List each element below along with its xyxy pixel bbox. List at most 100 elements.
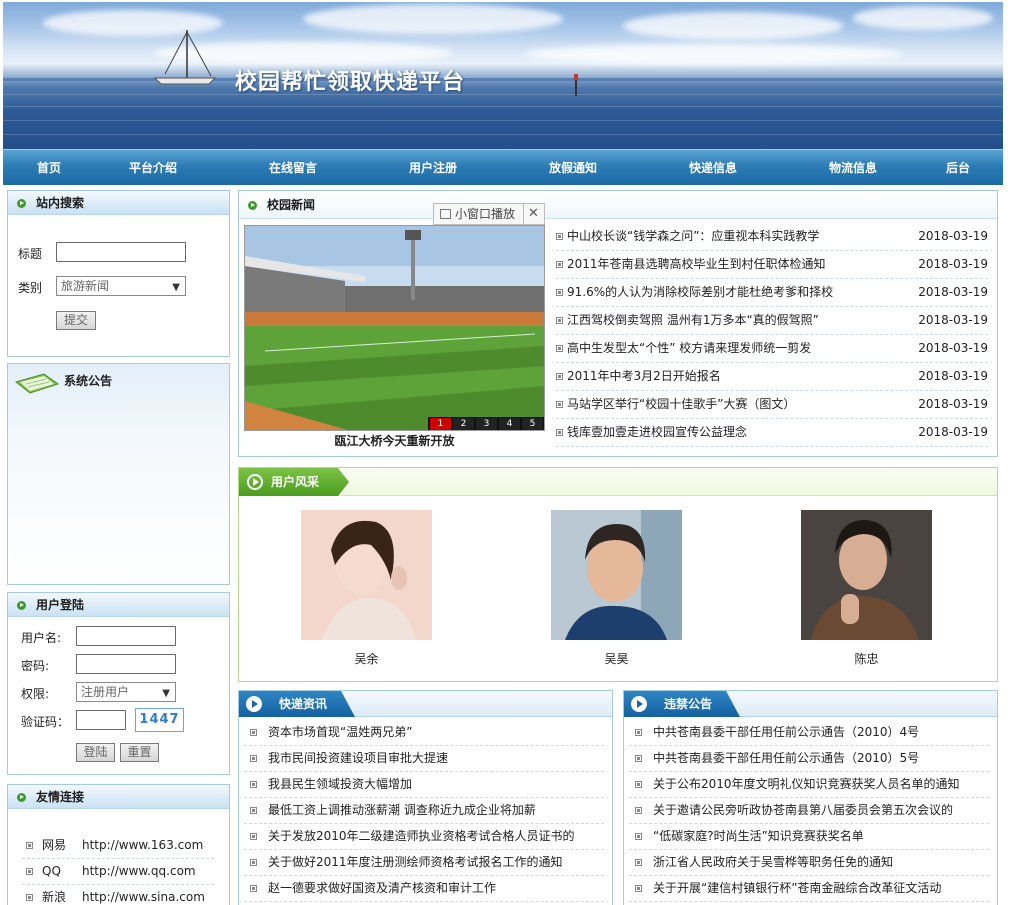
express-item[interactable]: 最低工资上调推动涨薪潮 调查称近九成企业将加薪 bbox=[244, 798, 604, 824]
news-item[interactable]: 2011年苍南县选聘高校毕业生到村任职体检通知 2018-03-19 bbox=[556, 251, 988, 279]
role-select[interactable]: 注册用户 ▼ bbox=[76, 682, 176, 702]
bullet-square-icon bbox=[635, 781, 642, 788]
stadium-image bbox=[245, 226, 544, 430]
arrow-bullet-icon bbox=[248, 201, 257, 210]
chevron-down-icon: ▼ bbox=[172, 282, 180, 293]
search-category-value: 旅游新闻 bbox=[61, 279, 110, 293]
mini-player-label: 小窗口播放 bbox=[455, 207, 516, 221]
user-photo[interactable] bbox=[801, 510, 932, 640]
nav-admin[interactable]: 后台 bbox=[940, 150, 976, 186]
user-name[interactable]: 吴昊 bbox=[551, 650, 682, 667]
bullet-square-icon bbox=[556, 345, 563, 352]
password-input[interactable] bbox=[76, 654, 176, 674]
link-name: 新浪 bbox=[42, 890, 67, 904]
bullet-square-icon bbox=[250, 807, 257, 814]
link-item[interactable]: QQ http://www.qq.com bbox=[22, 859, 214, 885]
news-slideshow[interactable]: 1 2 3 4 5 bbox=[244, 225, 545, 431]
violation-item[interactable]: 中共苍南县委干部任用任前公示通告（2010）4号 bbox=[629, 720, 989, 746]
username-label: 用户名: bbox=[21, 631, 62, 645]
nav-home[interactable]: 首页 bbox=[29, 150, 69, 186]
nav-platform-intro[interactable]: 平台介绍 bbox=[123, 150, 183, 186]
bullet-square-icon bbox=[26, 868, 33, 875]
link-item[interactable]: 网易 http://www.163.com bbox=[22, 833, 214, 859]
nav-holiday-notice[interactable]: 放假通知 bbox=[543, 150, 603, 186]
link-url[interactable]: http://www.sina.com bbox=[82, 885, 205, 905]
news-item[interactable]: 中山校长谈“钱学森之问”：应重视本科实践教学 2018-03-19 bbox=[556, 223, 988, 251]
login-button[interactable]: 登陆 bbox=[76, 743, 115, 762]
slide-page-5[interactable]: 5 bbox=[522, 418, 543, 430]
nav-online-message[interactable]: 在线留言 bbox=[263, 150, 323, 186]
slide-page-4[interactable]: 4 bbox=[499, 418, 520, 430]
mini-player-popup[interactable]: 小窗口播放 ✕ bbox=[433, 203, 545, 225]
search-title-input[interactable] bbox=[56, 242, 186, 262]
user-name[interactable]: 陈忠 bbox=[801, 650, 932, 667]
bullet-square-icon bbox=[26, 842, 33, 849]
user-photo[interactable] bbox=[301, 510, 432, 640]
news-item[interactable]: 91.6%的人认为消除校际差别才能杜绝考爹和择校 2018-03-19 bbox=[556, 279, 988, 307]
system-notice-title: 系统公告 bbox=[64, 374, 113, 388]
site-title: 校园帮忙领取快递平台 bbox=[235, 69, 466, 95]
slide-page-1[interactable]: 1 bbox=[430, 418, 451, 430]
window-icon bbox=[440, 209, 451, 219]
violation-item[interactable]: 浙江省人民政府关于吴雪桦等职务任免的通知 bbox=[629, 850, 989, 876]
reset-button[interactable]: 重置 bbox=[120, 743, 159, 762]
link-item[interactable]: 新浪 http://www.sina.com bbox=[22, 885, 214, 905]
play-icon bbox=[246, 696, 262, 712]
search-category-select[interactable]: 旅游新闻 ▼ bbox=[56, 276, 186, 296]
captcha-image[interactable]: 1447 bbox=[135, 708, 184, 732]
violation-item[interactable]: “低碳家庭?时尚生活”知识竞赛获奖名单 bbox=[629, 824, 989, 850]
role-value: 注册用户 bbox=[81, 685, 130, 699]
violation-notice-tab: 违禁公告 bbox=[624, 691, 740, 717]
user-name[interactable]: 吴余 bbox=[301, 650, 432, 667]
express-item[interactable]: 资本市场首现“温姓两兄弟” bbox=[244, 720, 604, 746]
search-panel: 站内搜索 标题 类别 旅游新闻 ▼ 提交 bbox=[7, 190, 230, 357]
search-submit-button[interactable]: 提交 bbox=[56, 311, 96, 330]
friend-links-header: 友情连接 bbox=[8, 785, 229, 809]
news-item[interactable]: 钱库壹加壹走进校园宣传公益理念 2018-03-19 bbox=[556, 419, 988, 447]
bullet-square-icon bbox=[635, 729, 642, 736]
chevron-down-icon: ▼ bbox=[162, 688, 170, 699]
bullet-square-icon bbox=[556, 289, 563, 296]
nav-register[interactable]: 用户注册 bbox=[403, 150, 463, 186]
bullet-square-icon bbox=[250, 755, 257, 762]
bullet-square-icon bbox=[26, 894, 33, 901]
close-icon[interactable]: ✕ bbox=[528, 204, 539, 224]
news-item[interactable]: 2011年中考3月2日开始报名 2018-03-19 bbox=[556, 363, 988, 391]
slide-page-3[interactable]: 3 bbox=[476, 418, 497, 430]
password-label: 密码: bbox=[21, 659, 50, 673]
nav-logistics-info[interactable]: 物流信息 bbox=[823, 150, 883, 186]
violation-item[interactable]: 关于邀请公民旁听政协苍南县第八届委员会第五次会议的 bbox=[629, 798, 989, 824]
violation-item[interactable]: 关于开展“建信村镇银行杯”苍南金融综合改革征文活动 bbox=[629, 876, 989, 902]
violation-item[interactable]: 中共苍南县委干部任用任前公示通告（2010）5号 bbox=[629, 746, 989, 772]
link-url[interactable]: http://www.qq.com bbox=[82, 859, 196, 884]
violation-item[interactable]: 关于公布2010年度文明礼仪知识竞赛获奖人员名单的通知 bbox=[629, 772, 989, 798]
captcha-input[interactable] bbox=[76, 710, 126, 730]
bullet-square-icon bbox=[250, 729, 257, 736]
news-item[interactable]: 高中生发型太“个性” 校方请来理发师统一剪发 2018-03-19 bbox=[556, 335, 988, 363]
username-input[interactable] bbox=[76, 626, 176, 646]
slide-page-2[interactable]: 2 bbox=[453, 418, 474, 430]
express-item[interactable]: 我县民生领域投资大幅增加 bbox=[244, 772, 604, 798]
link-url[interactable]: http://www.163.com bbox=[82, 833, 203, 858]
user-showcase-tab: 用户风采 bbox=[239, 468, 349, 496]
express-item[interactable]: 关于做好2011年度注册测绘师资格考试报名工作的通知 bbox=[244, 850, 604, 876]
sailboat-image bbox=[153, 30, 217, 85]
user-photo[interactable] bbox=[551, 510, 682, 640]
play-icon bbox=[247, 474, 263, 490]
express-item[interactable]: 我市民间投资建设项目审批大提速 bbox=[244, 746, 604, 772]
search-panel-header: 站内搜索 bbox=[8, 191, 229, 215]
news-item[interactable]: 马站学区举行“校园十佳歌手”大赛（图文） 2018-03-19 bbox=[556, 391, 988, 419]
slide-caption[interactable]: 瓯江大桥今天重新开放 bbox=[244, 432, 545, 449]
express-item[interactable]: 赵一德要求做好国资及清产核资和审计工作 bbox=[244, 876, 604, 902]
user-showcase-title: 用户风采 bbox=[271, 475, 320, 489]
nav-express-info[interactable]: 快递信息 bbox=[683, 150, 743, 186]
bullet-square-icon bbox=[635, 833, 642, 840]
bullet-square-icon bbox=[556, 261, 563, 268]
system-notice-panel: 系统公告 bbox=[7, 363, 230, 585]
login-panel-header: 用户登陆 bbox=[8, 593, 229, 617]
bullet-square-icon bbox=[250, 833, 257, 840]
express-info-title: 快递资讯 bbox=[279, 697, 328, 711]
news-item[interactable]: 江西驾校倒卖驾照 温州有1万多本“真的假驾照” 2018-03-19 bbox=[556, 307, 988, 335]
link-name: 网易 bbox=[42, 838, 67, 852]
express-item[interactable]: 关于发放2010年二级建造师执业资格考试合格人员证书的 bbox=[244, 824, 604, 850]
